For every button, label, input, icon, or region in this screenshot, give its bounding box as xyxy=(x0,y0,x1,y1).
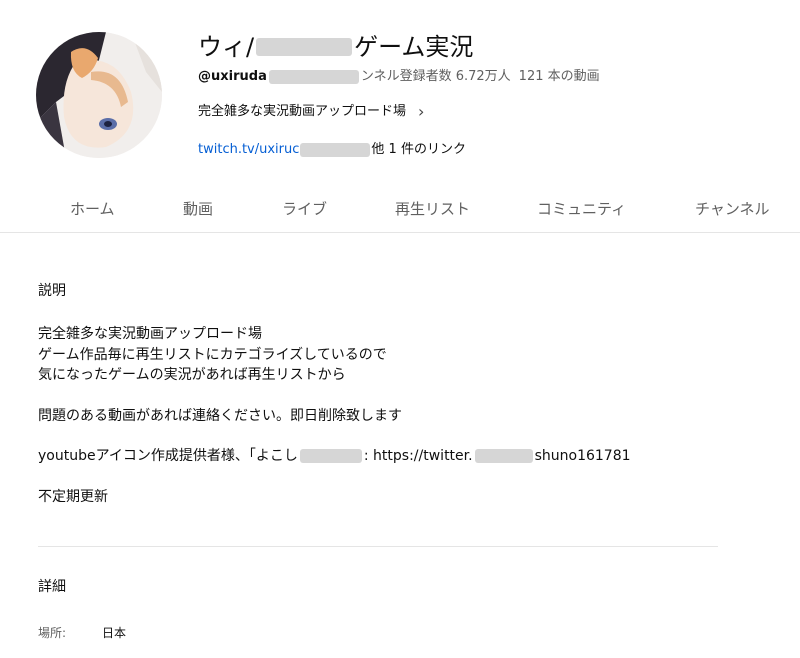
channel-link-url[interactable]: twitch.tv/uxiruc xyxy=(198,140,299,160)
location-value: 日本 xyxy=(102,626,127,640)
channel-tagline[interactable]: 完全雑多な実況動画アップロード場 › xyxy=(198,102,424,122)
redacted-block xyxy=(300,143,371,157)
section-divider xyxy=(38,546,718,547)
redacted-block xyxy=(256,38,353,56)
redacted-block xyxy=(268,70,359,84)
icon-credit-line: youtubeアイコン作成提供者様、「よこし : https://twitter… xyxy=(38,446,631,467)
location-row: 場所: 日本 xyxy=(38,624,126,641)
subscriber-count: ンネル登録者数 6.72万人 xyxy=(360,69,511,84)
credit-mid: : https://twitter. xyxy=(363,448,473,464)
channel-title: ウィ/ ゲーム実況 xyxy=(198,32,473,62)
description-line: 不定期更新 xyxy=(38,488,108,505)
tab-videos[interactable]: 動画 xyxy=(183,198,213,219)
details-title: 詳細 xyxy=(38,579,66,595)
credit-start: youtubeアイコン作成提供者様、「よこし xyxy=(38,448,298,464)
avatar-illustration xyxy=(36,32,162,158)
channel-links[interactable]: twitch.tv/uxiruc 他 1 件のリンク xyxy=(198,140,466,160)
description-title: 説明 xyxy=(38,283,66,299)
channel-title-start: ウィ/ xyxy=(198,33,255,61)
redacted-block xyxy=(299,449,362,464)
tagline-text: 完全雑多な実況動画アップロード場 xyxy=(198,104,407,119)
description-line: 問題のある動画があれば連絡ください。即日削除致します xyxy=(38,407,402,424)
chevron-right-icon: › xyxy=(418,102,425,121)
tab-live[interactable]: ライブ xyxy=(282,198,327,219)
credit-end: shuno161781 xyxy=(534,448,631,464)
channel-handle: @uxiruda xyxy=(198,69,267,84)
description-line: 完全雑多な実況動画アップロード場 xyxy=(38,326,262,342)
description-line: 気になったゲームの実況があれば再生リストから xyxy=(38,367,346,383)
video-count: 121 本の動画 xyxy=(518,69,600,84)
tab-community[interactable]: コミュニティ xyxy=(537,198,626,219)
channel-meta: @uxiruda ンネル登録者数 6.72万人 121 本の動画 xyxy=(198,68,600,86)
tab-home[interactable]: ホーム xyxy=(70,198,115,219)
channel-title-end: ゲーム実況 xyxy=(354,33,474,61)
tab-channel[interactable]: チャンネル xyxy=(695,198,770,219)
channel-link-more[interactable]: 他 1 件のリンク xyxy=(371,140,466,160)
description-line: ゲーム作品毎に再生リストにカテゴライズしているので xyxy=(38,346,387,363)
location-label: 場所: xyxy=(38,626,67,640)
description-body: 完全雑多な実況動画アップロード場 ゲーム作品毎に再生リストにカテゴライズしている… xyxy=(38,324,631,527)
channel-avatar xyxy=(36,32,162,158)
channel-tabs: ホーム 動画 ライブ 再生リスト コミュニティ チャンネル xyxy=(0,188,800,233)
redacted-block xyxy=(474,449,533,464)
tab-playlists[interactable]: 再生リスト xyxy=(395,198,470,219)
